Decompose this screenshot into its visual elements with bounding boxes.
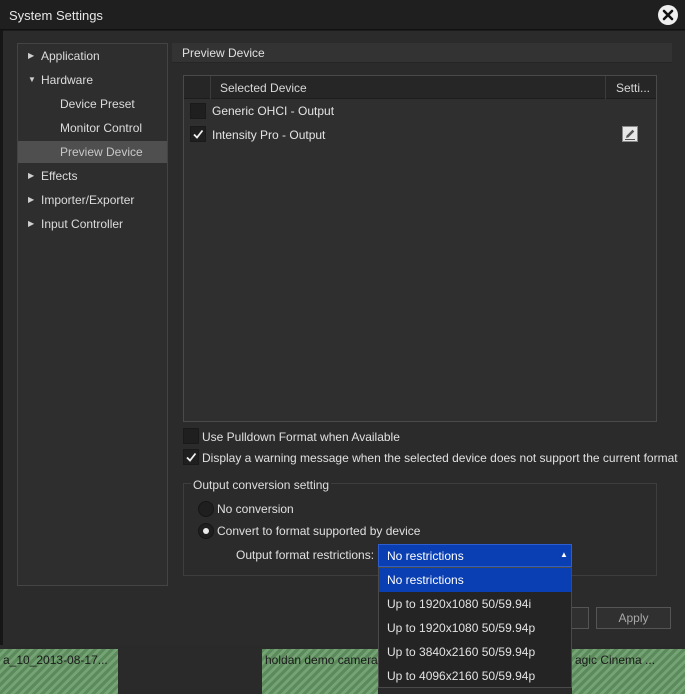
close-icon[interactable]: [658, 5, 678, 25]
tree-item-label: Effects: [41, 169, 78, 183]
clip-label: holdan demo camera: [265, 653, 378, 667]
timeline-strip: a_10_2013-08-17... holdan demo camera ag…: [0, 645, 685, 694]
clip-label: agic Cinema ...: [575, 653, 656, 667]
option-label: Up to 4096x2160 50/59.94p: [387, 669, 536, 683]
table-row[interactable]: Intensity Pro - Output: [184, 123, 656, 147]
device-checkbox[interactable]: [190, 103, 206, 119]
check-icon: [193, 129, 204, 139]
tree-item-label: Hardware: [41, 73, 94, 87]
expand-arrow-icon[interactable]: ▶: [28, 189, 34, 211]
device-name: Generic OHCI - Output: [212, 104, 335, 118]
settings-column-header[interactable]: Setti...: [605, 76, 656, 99]
option-label: Up to 3840x2160 50/59.94p: [387, 645, 536, 659]
apply-button[interactable]: Apply: [596, 607, 671, 629]
timeline-clip[interactable]: agic Cinema ...: [572, 649, 685, 694]
selected-device-column-header[interactable]: Selected Device: [220, 81, 307, 95]
warning-label: Display a warning message when the selec…: [202, 451, 678, 465]
check-icon: [186, 452, 197, 462]
window-title: System Settings: [9, 8, 103, 23]
settings-column-label: Setti...: [616, 81, 651, 95]
radio-selected-dot: [203, 528, 209, 534]
edit-settings-icon[interactable]: [622, 126, 638, 142]
tree-item-label: Monitor Control: [60, 121, 143, 135]
expand-arrow-icon[interactable]: ▶: [28, 165, 34, 187]
caret-up-icon: ▲: [560, 550, 568, 559]
tree-item-label: Preview Device: [60, 145, 143, 159]
tree-item-application[interactable]: ▶ Application: [18, 45, 167, 67]
title-bar: System Settings: [0, 0, 685, 30]
clip-label: a_10_2013-08-17...: [3, 653, 108, 667]
convert-format-label: Convert to format supported by device: [217, 524, 421, 538]
device-table: Selected Device Setti... Generic OHCI - …: [183, 75, 657, 422]
tree-item-device-preset[interactable]: Device Preset: [18, 93, 167, 115]
panel-header: Preview Device: [172, 43, 672, 63]
expand-arrow-icon[interactable]: ▶: [28, 45, 34, 67]
pulldown-label: Use Pulldown Format when Available: [202, 430, 400, 444]
restrictions-label: Output format restrictions:: [236, 548, 375, 562]
dropdown-option[interactable]: No restrictions: [379, 568, 571, 592]
tree-item-hardware[interactable]: ▼ Hardware: [18, 69, 167, 91]
tree-item-preview-device[interactable]: Preview Device: [18, 141, 167, 163]
tree-item-label: Application: [41, 49, 100, 63]
timeline-clip[interactable]: holdan demo camera: [262, 649, 378, 694]
dropdown-option[interactable]: Up to 3840x2160 50/59.94p: [379, 640, 571, 664]
pulldown-checkbox[interactable]: [183, 428, 199, 444]
option-label: Up to 1920x1080 50/59.94i: [387, 597, 532, 611]
convert-format-radio[interactable]: [198, 523, 214, 539]
dropdown-option[interactable]: Up to 1920x1080 50/59.94i: [379, 592, 571, 616]
output-format-select[interactable]: No restrictions ▲: [378, 544, 572, 567]
timeline-clip[interactable]: a_10_2013-08-17...: [0, 649, 118, 694]
tree-item-label: Input Controller: [41, 217, 124, 231]
tree-item-label: Device Preset: [60, 97, 135, 111]
expand-arrow-icon[interactable]: ▶: [28, 213, 34, 235]
table-header: Selected Device Setti...: [184, 76, 656, 99]
no-conversion-radio[interactable]: [198, 501, 214, 517]
dropdown-option[interactable]: Up to 4096x2160 50/59.94p: [379, 664, 571, 688]
group-title: Output conversion setting: [191, 478, 332, 492]
device-checkbox[interactable]: [190, 126, 206, 142]
option-label: Up to 1920x1080 50/59.94p: [387, 621, 536, 635]
output-format-dropdown: No restrictions Up to 1920x1080 50/59.94…: [378, 567, 572, 688]
tree-item-effects[interactable]: ▶ Effects: [18, 165, 167, 187]
no-conversion-label: No conversion: [217, 502, 294, 516]
tree-item-label: Importer/Exporter: [41, 193, 135, 207]
dropdown-option[interactable]: Up to 1920x1080 50/59.94p: [379, 616, 571, 640]
settings-tree: ▶ Application ▼ Hardware Device Preset M…: [17, 43, 168, 586]
table-row[interactable]: Generic OHCI - Output: [184, 99, 656, 123]
collapse-arrow-icon[interactable]: ▼: [28, 69, 36, 91]
tree-item-monitor-control[interactable]: Monitor Control: [18, 117, 167, 139]
panel-title: Preview Device: [182, 46, 265, 60]
warning-checkbox[interactable]: [183, 449, 199, 465]
device-name: Intensity Pro - Output: [212, 128, 326, 142]
option-label: No restrictions: [387, 573, 464, 587]
tree-item-importer-exporter[interactable]: ▶ Importer/Exporter: [18, 189, 167, 211]
tree-item-input-controller[interactable]: ▶ Input Controller: [18, 213, 167, 235]
checkbox-column-header[interactable]: [184, 76, 211, 99]
select-value: No restrictions: [387, 549, 464, 563]
